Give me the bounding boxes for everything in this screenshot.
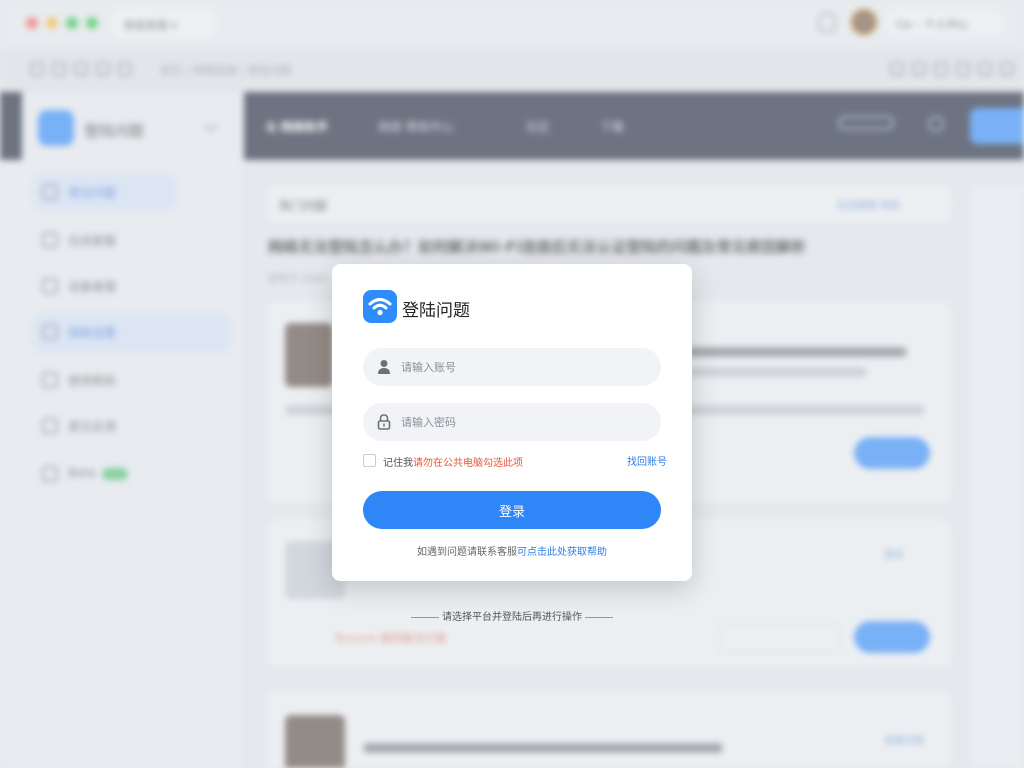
help-link[interactable]: 可点击此处获取帮助 <box>517 547 607 558</box>
dialog-footer: 如遇到问题请联系客服可点击此处获取帮助 <box>332 543 692 558</box>
remember-text: 记住我 <box>383 458 413 469</box>
user-icon <box>378 360 390 374</box>
password-field[interactable] <box>363 403 661 441</box>
login-button[interactable]: 登录 <box>363 491 661 529</box>
dialog-title: 登陆问题 <box>402 301 470 321</box>
divider <box>585 616 613 618</box>
password-input[interactable] <box>401 403 651 441</box>
footer-text: 如遇到问题请联系客服 <box>417 547 517 558</box>
remember-warning: 请勿在公共电脑勾选此项 <box>413 458 523 469</box>
below-dialog-text: 请选择平台并登陆后再进行操作 <box>442 612 582 623</box>
remember-label: 记住我请勿在公共电脑勾选此项 <box>383 454 523 469</box>
username-field[interactable] <box>363 348 661 386</box>
lock-icon <box>377 414 391 430</box>
forgot-account-link[interactable]: 找回账号 <box>607 453 667 468</box>
wifi-icon <box>363 290 397 323</box>
below-dialog-note: 请选择平台并登陆后再进行操作 <box>400 608 624 623</box>
login-dialog: 登陆问题 记住我请勿在公共电脑勾选此项 找回账号 登录 如遇到问题请联系客服可点… <box>332 264 692 581</box>
divider <box>411 616 439 618</box>
remember-checkbox[interactable] <box>363 454 376 467</box>
username-input[interactable] <box>401 348 651 386</box>
remember-me: 记住我请勿在公共电脑勾选此项 <box>363 453 583 469</box>
